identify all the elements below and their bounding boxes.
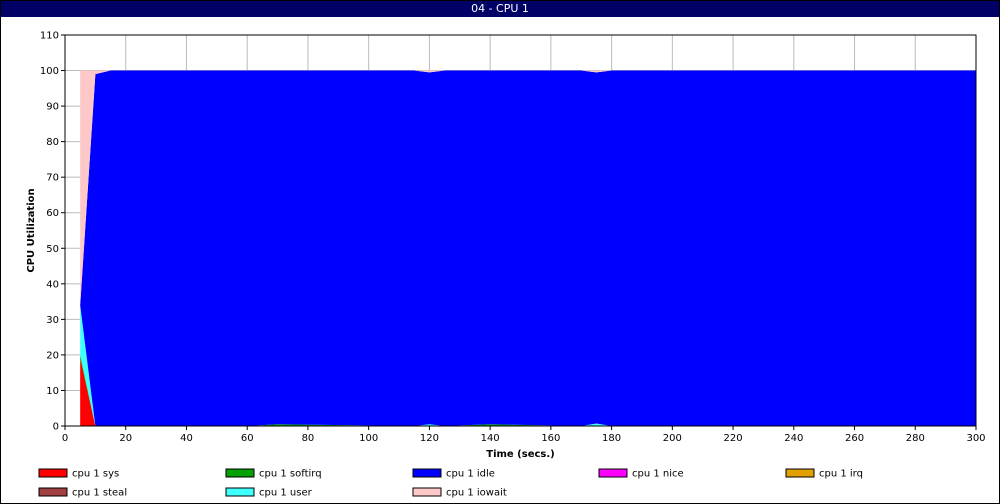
legend-swatch-cpu-1-user (225, 487, 255, 497)
x-tick-label: 260 (845, 433, 864, 444)
legend-swatch-cpu-1-softirq (225, 468, 255, 478)
legend: cpu 1 sys cpu 1 softirq cpu 1 idle cpu 1 ni… (38, 468, 863, 499)
y-tick-label: 50 (46, 244, 59, 255)
legend-label-cpu-1-sys: cpu 1 sys (72, 469, 119, 480)
y-tick-label: 70 (46, 173, 59, 184)
legend-swatch-cpu-1-nice (598, 468, 628, 478)
y-axis-title: CPU Utilization (26, 188, 37, 272)
x-tick-label: 200 (663, 433, 682, 444)
y-tick-label: 40 (46, 279, 59, 290)
legend-label-cpu-1-iowait: cpu 1 iowait (446, 488, 507, 499)
legend-swatch-cpu-1-sys (38, 468, 68, 478)
y-tick-label: 20 (46, 350, 59, 361)
x-tick-label: 0 (62, 433, 68, 444)
legend-label-cpu-1-idle: cpu 1 idle (446, 469, 495, 480)
y-tick-label: 30 (46, 315, 59, 326)
legend-swatch-cpu-1-steal (38, 487, 68, 497)
x-tick-label: 180 (602, 433, 621, 444)
legend-swatch-cpu-1-idle (412, 468, 442, 478)
legend-swatch-cpu-1-iowait (412, 487, 442, 497)
chart-window: 04 - CPU 1 0 20 40 60 80 100 120 140 160 180 200 22… (0, 0, 1000, 504)
cpu-utilization-chart: 0 20 40 60 80 100 120 140 160 180 200 220 240 260 280 3… (26, 31, 986, 499)
y-tick-label: 0 (53, 422, 59, 433)
x-tick-label: 20 (119, 433, 132, 444)
legend-label-cpu-1-irq: cpu 1 irq (819, 469, 863, 480)
x-tick-label: 300 (966, 433, 985, 444)
x-tick-label: 220 (724, 433, 743, 444)
x-tick-label: 80 (302, 433, 315, 444)
legend-label-cpu-1-user: cpu 1 user (259, 488, 313, 499)
y-tick-label: 90 (46, 102, 59, 113)
x-tick-label: 100 (359, 433, 378, 444)
legend-label-cpu-1-nice: cpu 1 nice (632, 469, 684, 480)
y-tick-label: 10 (46, 386, 59, 397)
y-tick-label: 100 (40, 66, 59, 77)
series-areas (80, 70, 977, 427)
x-tick-label: 160 (541, 433, 560, 444)
x-tick-label: 280 (906, 433, 925, 444)
x-tick-label: 60 (241, 433, 254, 444)
area-cpu-1-idle (80, 70, 977, 427)
legend-label-cpu-1-steal: cpu 1 steal (72, 488, 127, 499)
legend-swatch-cpu-1-irq (785, 468, 815, 478)
x-tick-label: 240 (784, 433, 803, 444)
x-axis-title: Time (secs.) (486, 449, 555, 460)
x-tick-label: 140 (481, 433, 500, 444)
x-tick-label: 120 (420, 433, 439, 444)
y-tick-label: 80 (46, 137, 59, 148)
x-tick-label: 40 (180, 433, 193, 444)
legend-label-cpu-1-softirq: cpu 1 softirq (259, 469, 322, 480)
y-tick-label: 60 (46, 208, 59, 219)
y-tick-label: 110 (40, 31, 59, 42)
